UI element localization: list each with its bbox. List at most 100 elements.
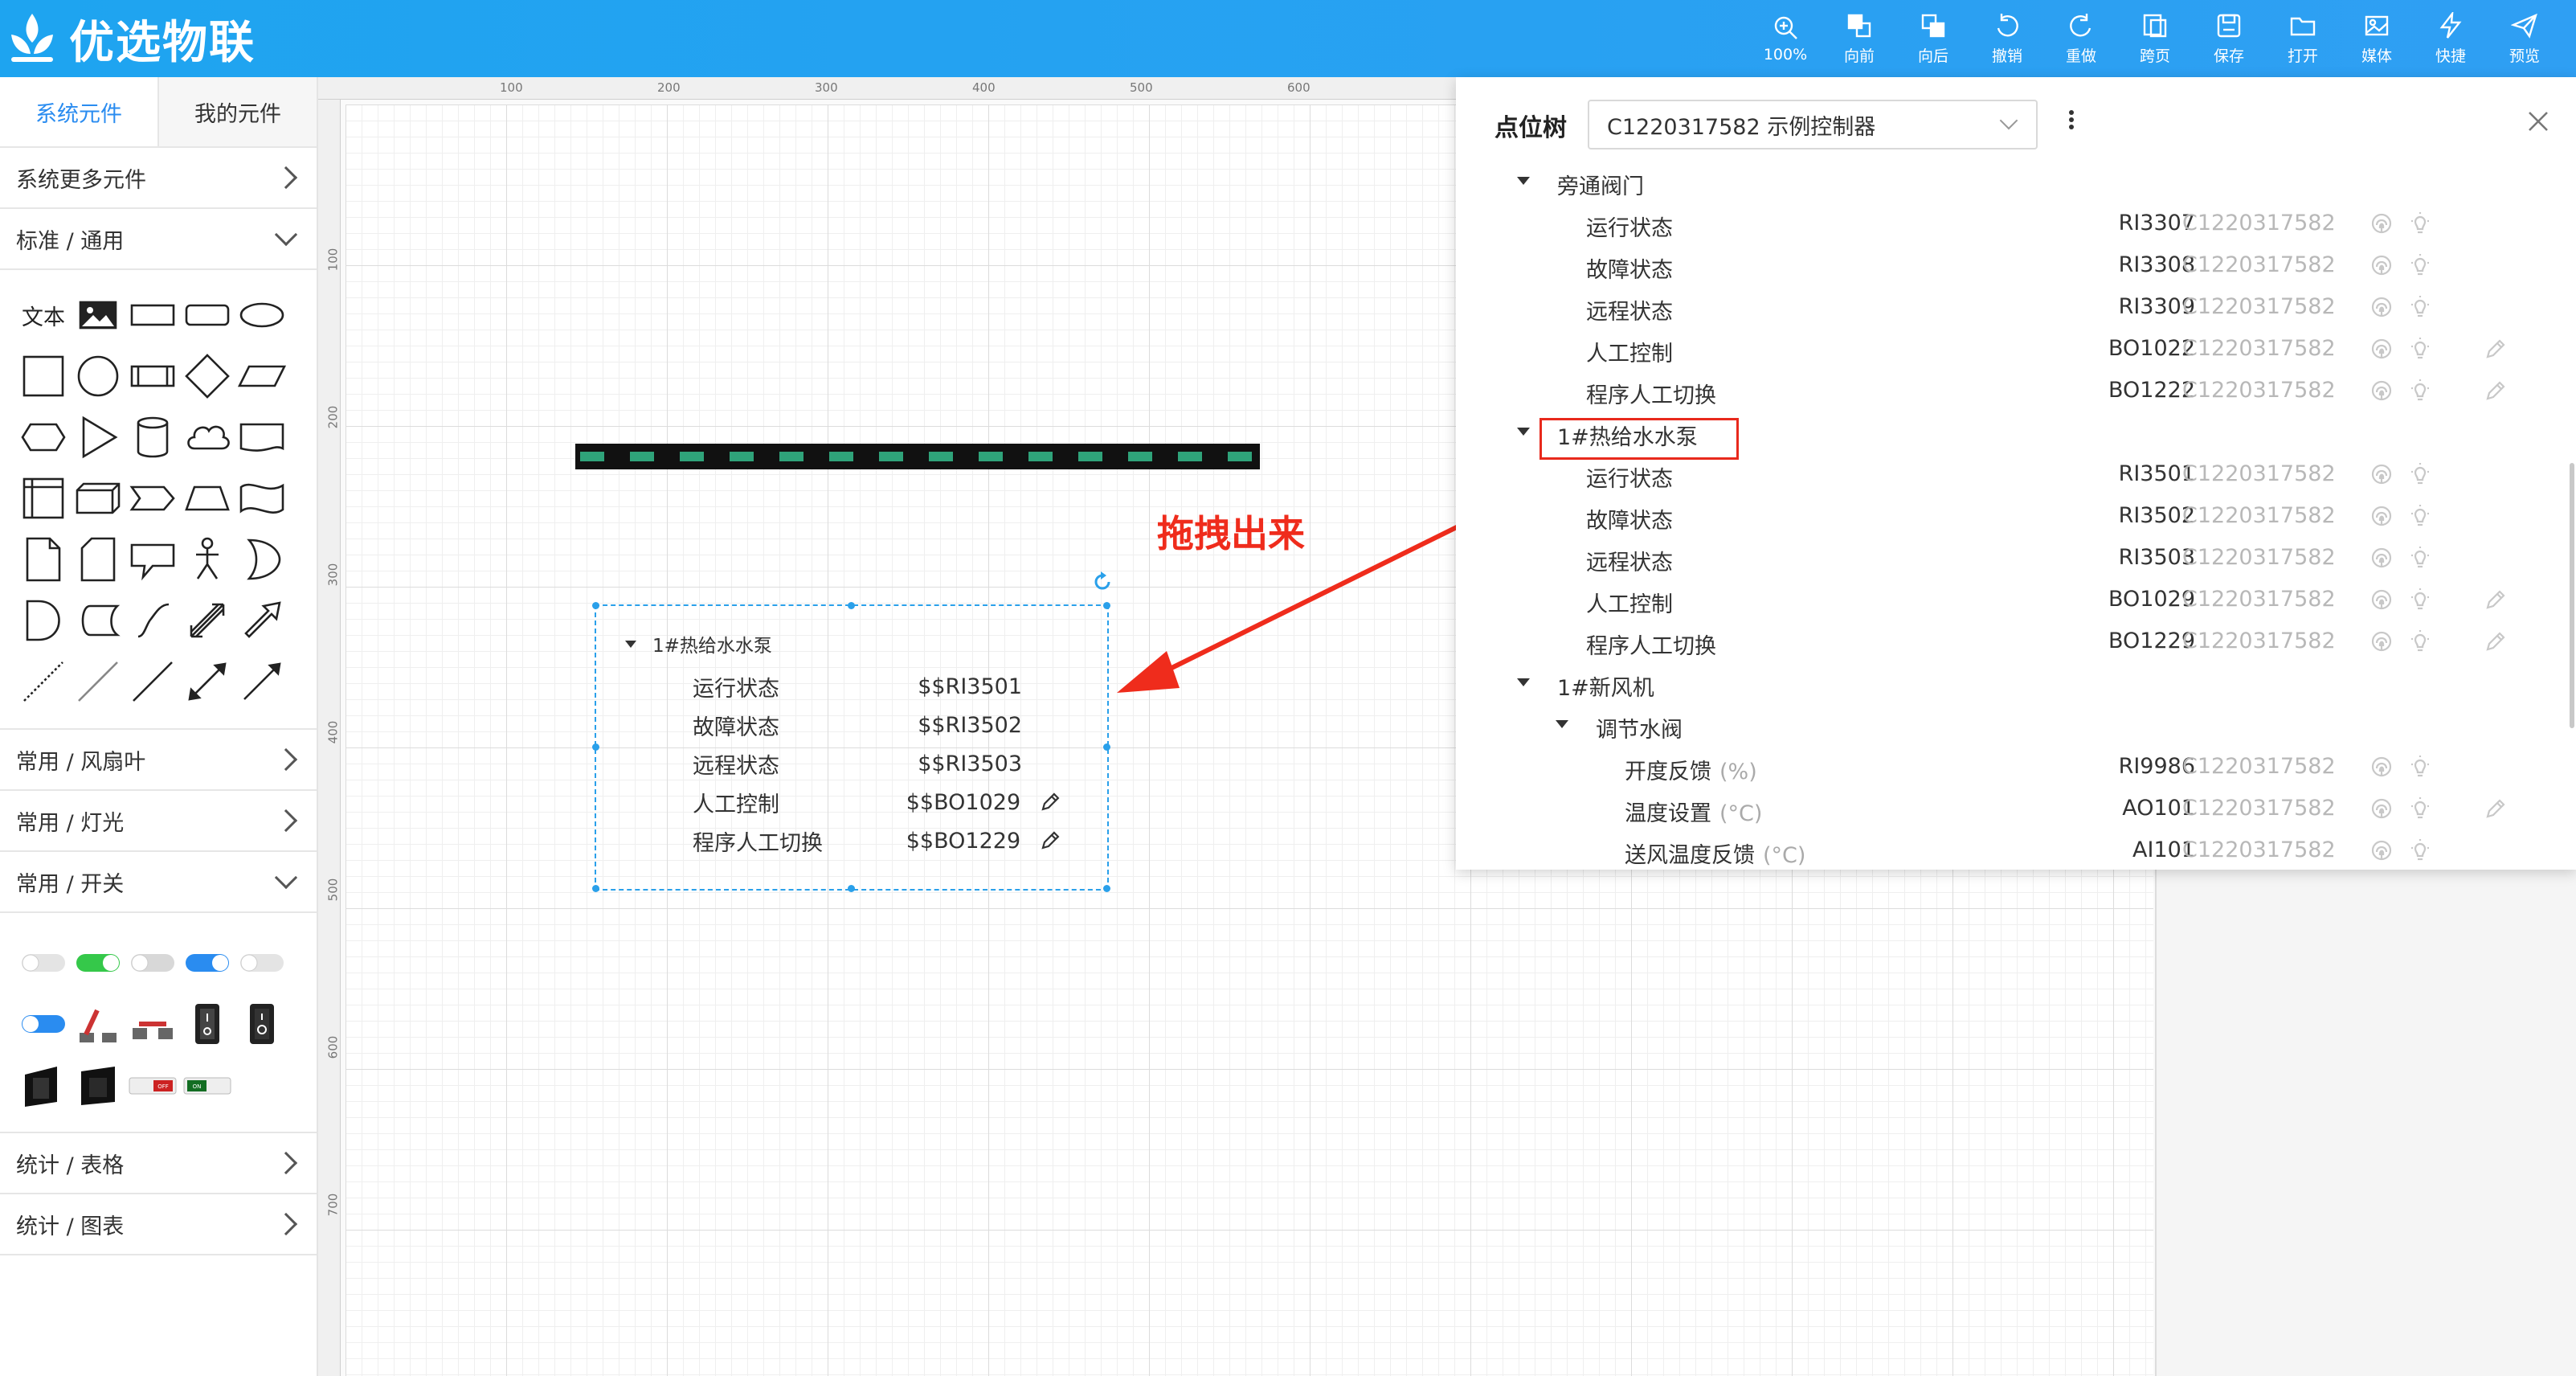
caret-down-icon[interactable] bbox=[1517, 678, 1530, 686]
toolbar-button-send[interactable]: 预览 bbox=[2488, 0, 2562, 77]
tree-point-row[interactable]: 故障状态 RI3308 C1220317582 bbox=[1456, 244, 2576, 286]
toggle-off-icon[interactable] bbox=[125, 936, 180, 990]
or-shape-icon[interactable] bbox=[235, 532, 289, 587]
caret-down-icon[interactable] bbox=[1556, 720, 1568, 728]
bulb-icon[interactable] bbox=[2407, 211, 2433, 236]
fingerprint-icon[interactable] bbox=[2369, 503, 2394, 529]
diamond-shape-icon[interactable] bbox=[180, 349, 235, 403]
rounded-rectangle-shape-icon[interactable] bbox=[180, 288, 235, 342]
category-standard[interactable]: 标准 / 通用 bbox=[0, 209, 317, 270]
parallelogram-shape-icon[interactable] bbox=[235, 349, 289, 403]
process-shape-icon[interactable] bbox=[125, 349, 180, 403]
tree-group-row[interactable]: 1#新风机 bbox=[1456, 662, 2576, 704]
toolbar-button-lightning[interactable]: 快捷 bbox=[2414, 0, 2488, 77]
tree-point-row[interactable]: 运行状态 RI3307 C1220317582 bbox=[1456, 203, 2576, 244]
widget-row[interactable]: 故障状态 $$RI3502 bbox=[693, 706, 1062, 744]
widget-group-header[interactable]: 1#热给水水泵 bbox=[625, 630, 772, 657]
category-table[interactable]: 统计 / 表格 bbox=[0, 1133, 317, 1194]
fingerprint-icon[interactable] bbox=[2369, 629, 2394, 654]
thin-line-shape-icon[interactable] bbox=[71, 654, 125, 709]
fingerprint-icon[interactable] bbox=[2369, 587, 2394, 612]
resize-handle[interactable] bbox=[848, 602, 855, 609]
resize-handle[interactable] bbox=[592, 602, 599, 609]
arrow-line-icon[interactable] bbox=[235, 654, 289, 709]
rocker-switch-on-icon[interactable] bbox=[180, 997, 235, 1051]
tab-system-components[interactable]: 系统元件 bbox=[0, 77, 157, 146]
callout-shape-icon[interactable] bbox=[125, 532, 180, 587]
arrow-shape-icon[interactable] bbox=[235, 593, 289, 648]
stored-data-shape-icon[interactable] bbox=[71, 593, 125, 648]
triangle-shape-icon[interactable] bbox=[71, 410, 125, 465]
category-chart[interactable]: 统计 / 图表 bbox=[0, 1194, 317, 1255]
more-vertical-icon[interactable] bbox=[2067, 108, 2076, 140]
pipe-line-element[interactable] bbox=[575, 444, 1260, 469]
panel-switch-right-icon[interactable] bbox=[71, 1058, 125, 1112]
toolbar-button-bring-forward[interactable]: 向前 bbox=[1822, 0, 1896, 77]
resize-handle[interactable] bbox=[1103, 885, 1110, 892]
category-more-components[interactable]: 系统更多元件 bbox=[0, 148, 317, 209]
panel-switch-left-icon[interactable] bbox=[16, 1058, 71, 1112]
cube-shape-icon[interactable] bbox=[71, 471, 125, 526]
button-on-green-icon[interactable]: ON bbox=[180, 1058, 235, 1112]
bidirectional-arrow-icon[interactable] bbox=[180, 654, 235, 709]
edit-pencil-icon[interactable] bbox=[2483, 629, 2509, 654]
edit-pencil-icon[interactable] bbox=[2483, 796, 2509, 821]
trapezoid-shape-icon[interactable] bbox=[180, 471, 235, 526]
curve-shape-icon[interactable] bbox=[125, 593, 180, 648]
actor-shape-icon[interactable] bbox=[180, 532, 235, 587]
toggle-off-icon[interactable] bbox=[235, 936, 289, 990]
resize-handle[interactable] bbox=[592, 743, 599, 751]
fingerprint-icon[interactable] bbox=[2369, 336, 2394, 362]
tree-point-row[interactable]: 程序人工切换 BO1229 C1220317582 bbox=[1456, 620, 2576, 662]
category-switch[interactable]: 常用 / 开关 bbox=[0, 852, 317, 913]
fingerprint-icon[interactable] bbox=[2369, 754, 2394, 780]
resize-handle[interactable] bbox=[1103, 743, 1110, 751]
knife-switch-closed-icon[interactable] bbox=[125, 997, 180, 1051]
toggle-off-icon[interactable] bbox=[16, 936, 71, 990]
document-shape-icon[interactable] bbox=[235, 410, 289, 465]
circle-shape-icon[interactable] bbox=[71, 349, 125, 403]
bulb-icon[interactable] bbox=[2407, 837, 2433, 863]
delay-shape-icon[interactable] bbox=[16, 593, 71, 648]
close-icon[interactable] bbox=[2525, 108, 2552, 135]
rectangle-shape-icon[interactable] bbox=[125, 288, 180, 342]
bulb-icon[interactable] bbox=[2407, 461, 2433, 487]
tree-group-row[interactable]: 旁通阀门 bbox=[1456, 161, 2576, 203]
bulb-icon[interactable] bbox=[2407, 252, 2433, 278]
fingerprint-icon[interactable] bbox=[2369, 211, 2394, 236]
toggle-on-green-icon[interactable] bbox=[71, 936, 125, 990]
tape-shape-icon[interactable] bbox=[235, 471, 289, 526]
bulb-icon[interactable] bbox=[2407, 545, 2433, 571]
edit-pencil-icon[interactable] bbox=[1038, 790, 1062, 814]
bulb-icon[interactable] bbox=[2407, 629, 2433, 654]
rocker-switch-off-icon[interactable] bbox=[235, 997, 289, 1051]
tree-point-row[interactable]: 开度反馈 (%) RI9986 C1220317582 bbox=[1456, 746, 2576, 788]
edit-pencil-icon[interactable] bbox=[2483, 378, 2509, 403]
tree-point-row[interactable]: 远程状态 RI3309 C1220317582 bbox=[1456, 286, 2576, 328]
widget-row[interactable]: 程序人工切换 $$BO1229 bbox=[693, 821, 1062, 860]
step-shape-icon[interactable] bbox=[125, 471, 180, 526]
edit-pencil-icon[interactable] bbox=[1038, 829, 1062, 853]
tree-point-row[interactable]: 温度设置 (°C) AO101 C1220317582 bbox=[1456, 788, 2576, 829]
image-shape-icon[interactable] bbox=[71, 288, 125, 342]
cloud-shape-icon[interactable] bbox=[180, 410, 235, 465]
bulb-icon[interactable] bbox=[2407, 754, 2433, 780]
tree-point-row[interactable]: 程序人工切换 BO1222 C1220317582 bbox=[1456, 370, 2576, 412]
widget-row[interactable]: 运行状态 $$RI3501 bbox=[693, 667, 1062, 706]
tab-my-components[interactable]: 我的元件 bbox=[157, 77, 317, 146]
note-shape-icon[interactable] bbox=[16, 532, 71, 587]
square-shape-icon[interactable] bbox=[16, 349, 71, 403]
fingerprint-icon[interactable] bbox=[2369, 837, 2394, 863]
fingerprint-icon[interactable] bbox=[2369, 252, 2394, 278]
category-fan[interactable]: 常用 / 风扇叶 bbox=[0, 730, 317, 791]
bulb-icon[interactable] bbox=[2407, 587, 2433, 612]
fingerprint-icon[interactable] bbox=[2369, 796, 2394, 821]
fingerprint-icon[interactable] bbox=[2369, 378, 2394, 403]
selected-point-widget[interactable]: 1#热给水水泵 运行状态 $$RI3501 故障状态 $$RI3502 远程状态 $$RI… bbox=[592, 602, 1110, 892]
tree-point-row[interactable]: 送风温度反馈 (°C) AI101 C1220317582 bbox=[1456, 829, 2576, 870]
caret-down-icon[interactable] bbox=[1517, 177, 1530, 185]
cylinder-shape-icon[interactable] bbox=[125, 410, 180, 465]
toolbar-button-save[interactable]: 保存 bbox=[2192, 0, 2266, 77]
edit-pencil-icon[interactable] bbox=[2483, 587, 2509, 612]
double-arrow-shape-icon[interactable] bbox=[180, 593, 235, 648]
